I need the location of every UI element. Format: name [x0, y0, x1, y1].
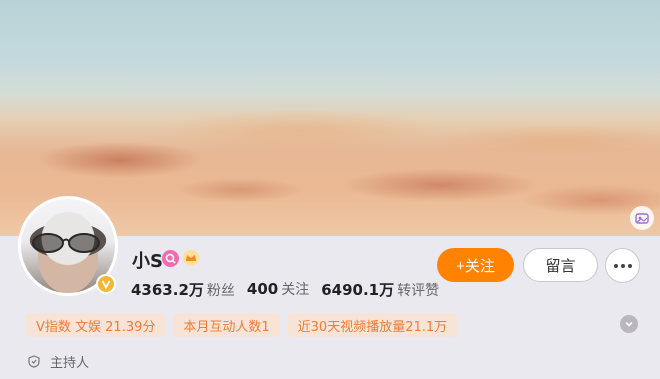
tag-video-plays[interactable]: 近30天视频播放量21.1万	[287, 313, 458, 337]
tag-monthly-interactions[interactable]: 本月互动人数1	[173, 313, 280, 337]
sunglasses-shape	[32, 233, 100, 253]
fans-count: 4363.2万	[131, 281, 204, 299]
tag-v-index[interactable]: V指数 文娱 21.39分	[26, 313, 166, 337]
cover-edit-icon[interactable]	[630, 206, 654, 230]
role-label: 主持人	[50, 356, 90, 371]
stats-row: 4363.2万 粉丝 400 关注 6490.1万 转评赞	[131, 279, 439, 300]
pink-badge-icon[interactable]	[162, 250, 179, 267]
cover-image	[0, 0, 660, 236]
reposts-stat[interactable]: 6490.1万 转评赞	[321, 279, 439, 300]
following-label: 关注	[281, 282, 310, 298]
fans-stat[interactable]: 4363.2万 粉丝	[131, 279, 235, 300]
following-count: 400	[246, 280, 279, 298]
tag-row: V指数 文娱 21.39分 本月互动人数1 近30天视频播放量21.1万	[26, 313, 458, 337]
message-button[interactable]: 留言	[523, 248, 598, 282]
reposts-count: 6490.1万	[321, 281, 395, 299]
expand-chevron-icon[interactable]	[620, 315, 638, 333]
role-row: 主持人	[28, 352, 89, 371]
profile-name: 小S	[132, 251, 163, 272]
reposts-label: 转评赞	[397, 283, 440, 299]
more-icon[interactable]	[605, 248, 640, 283]
follow-button[interactable]: +关注	[437, 248, 514, 282]
verified-v-icon	[96, 274, 116, 294]
fans-label: 粉丝	[206, 283, 235, 299]
following-stat[interactable]: 400 关注	[247, 279, 309, 300]
shield-icon	[28, 355, 40, 368]
crown-icon[interactable]	[182, 249, 200, 267]
